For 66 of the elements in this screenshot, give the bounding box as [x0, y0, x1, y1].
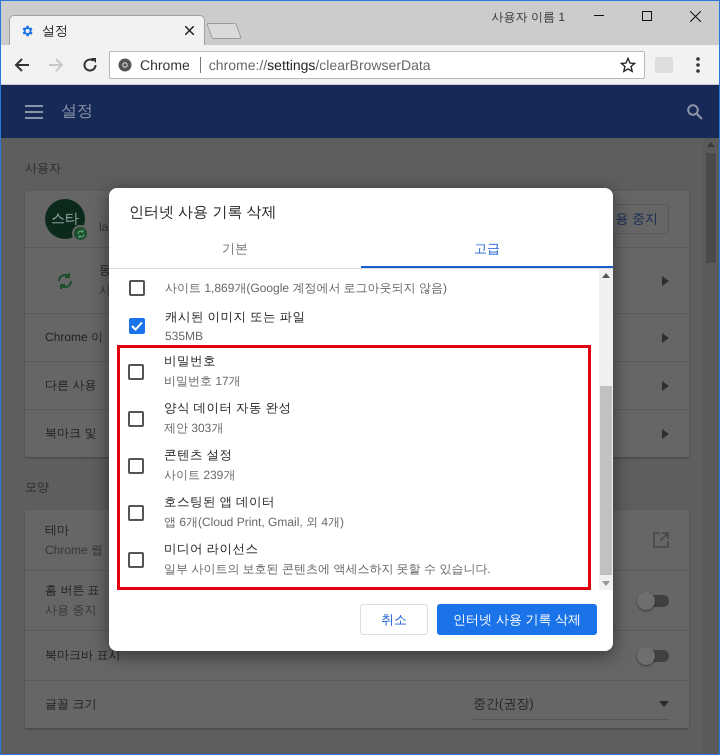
close-icon — [690, 10, 700, 22]
row-title: 홈 버튼 표 — [45, 582, 100, 599]
dialog-scrollbar[interactable] — [599, 269, 613, 590]
browser-tab[interactable]: 설정 — [9, 15, 205, 45]
scroll-down-icon[interactable] — [602, 581, 610, 586]
item-label: 콘텐츠 설정 — [164, 447, 234, 464]
chrome-logo-icon — [118, 58, 132, 72]
dialog-tab[interactable]: 고급 — [361, 232, 613, 268]
row-title: 동 — [99, 262, 111, 279]
profile-name[interactable]: 사용자 이름 1 — [492, 9, 565, 26]
scroll-up-icon[interactable] — [602, 273, 610, 278]
clear-data-button[interactable]: 인터넷 사용 기록 삭제 — [437, 604, 597, 635]
item-description: 사이트 1,869개(Google 계정에서 로그아웃되지 않음) — [165, 280, 448, 296]
url-text: chrome://settings/clearBrowserData — [208, 56, 432, 72]
row-title[interactable]: 북마크 및 — [45, 425, 96, 442]
row-title: 글꼴 크기 — [45, 696, 96, 713]
item-label: 비밀번호 — [164, 353, 217, 370]
checkbox[interactable] — [128, 458, 144, 474]
minimize-icon — [594, 15, 604, 17]
page-scrollbar[interactable] — [703, 138, 719, 754]
item-description: 앱 6개(Cloud Print, Gmail, 외 4개) — [164, 514, 344, 531]
row-title[interactable]: 다른 사용 — [45, 377, 96, 394]
item-description: 비밀번호 17개 — [164, 373, 241, 390]
star-icon[interactable] — [620, 56, 636, 72]
menu-icon[interactable] — [25, 104, 43, 118]
toggle-switch[interactable] — [639, 594, 669, 606]
item-description: 제안 303개 — [164, 420, 224, 437]
item-description: 사이트 239개 — [164, 467, 236, 484]
item-label: 캐시된 이미지 또는 파일 — [165, 309, 306, 326]
chevron-icon — [662, 380, 669, 390]
row-title: 북마크바 표시 — [45, 647, 120, 664]
address-bar[interactable]: Chrome chrome://settings/clearBrowserData — [109, 50, 645, 78]
reload-icon — [82, 56, 98, 72]
search-icon[interactable] — [687, 104, 703, 120]
sync-icon — [76, 228, 86, 238]
item-label: 미디어 라이선스 — [164, 541, 260, 558]
item-label: 호스팅된 앱 데이터 — [164, 494, 276, 511]
page-title: 설정 — [61, 102, 94, 122]
checkbox[interactable] — [128, 410, 144, 426]
caret-icon — [659, 701, 669, 707]
checkbox[interactable] — [129, 318, 145, 334]
checkbox[interactable] — [128, 364, 144, 380]
back-arrow-icon — [14, 56, 30, 72]
cancel-button[interactable]: 취소 — [360, 604, 428, 635]
item-description: 535MB — [165, 329, 204, 343]
avatar-initials: 스타 — [51, 210, 79, 228]
chevron-icon — [662, 428, 669, 438]
item-label: 양식 데이터 자동 완성 — [164, 400, 292, 417]
chevron-icon — [662, 276, 669, 286]
sync-icon — [55, 270, 75, 290]
checkbox[interactable] — [129, 280, 145, 296]
dialog-title: 인터넷 사용 기록 삭제 — [128, 203, 278, 223]
origin-label: Chrome — [140, 56, 201, 72]
font-size-dropdown[interactable]: 중간(권장) — [473, 690, 669, 720]
maximize-icon — [642, 11, 652, 21]
row-title: 테마 — [45, 522, 70, 538]
checkbox[interactable] — [128, 504, 144, 520]
toggle-switch[interactable] — [639, 650, 669, 662]
checkbox[interactable] — [128, 552, 144, 568]
row-title[interactable]: Chrome 이 — [45, 329, 104, 346]
forward-arrow-icon — [48, 56, 64, 72]
settings-icon — [20, 24, 34, 38]
chevron-icon — [662, 332, 669, 342]
tab-title: 설정 — [42, 22, 69, 40]
close-icon[interactable] — [185, 26, 194, 35]
item-description: 일부 사이트의 보호된 콘텐츠에 액세스하지 못할 수 있습니다. — [164, 561, 491, 578]
